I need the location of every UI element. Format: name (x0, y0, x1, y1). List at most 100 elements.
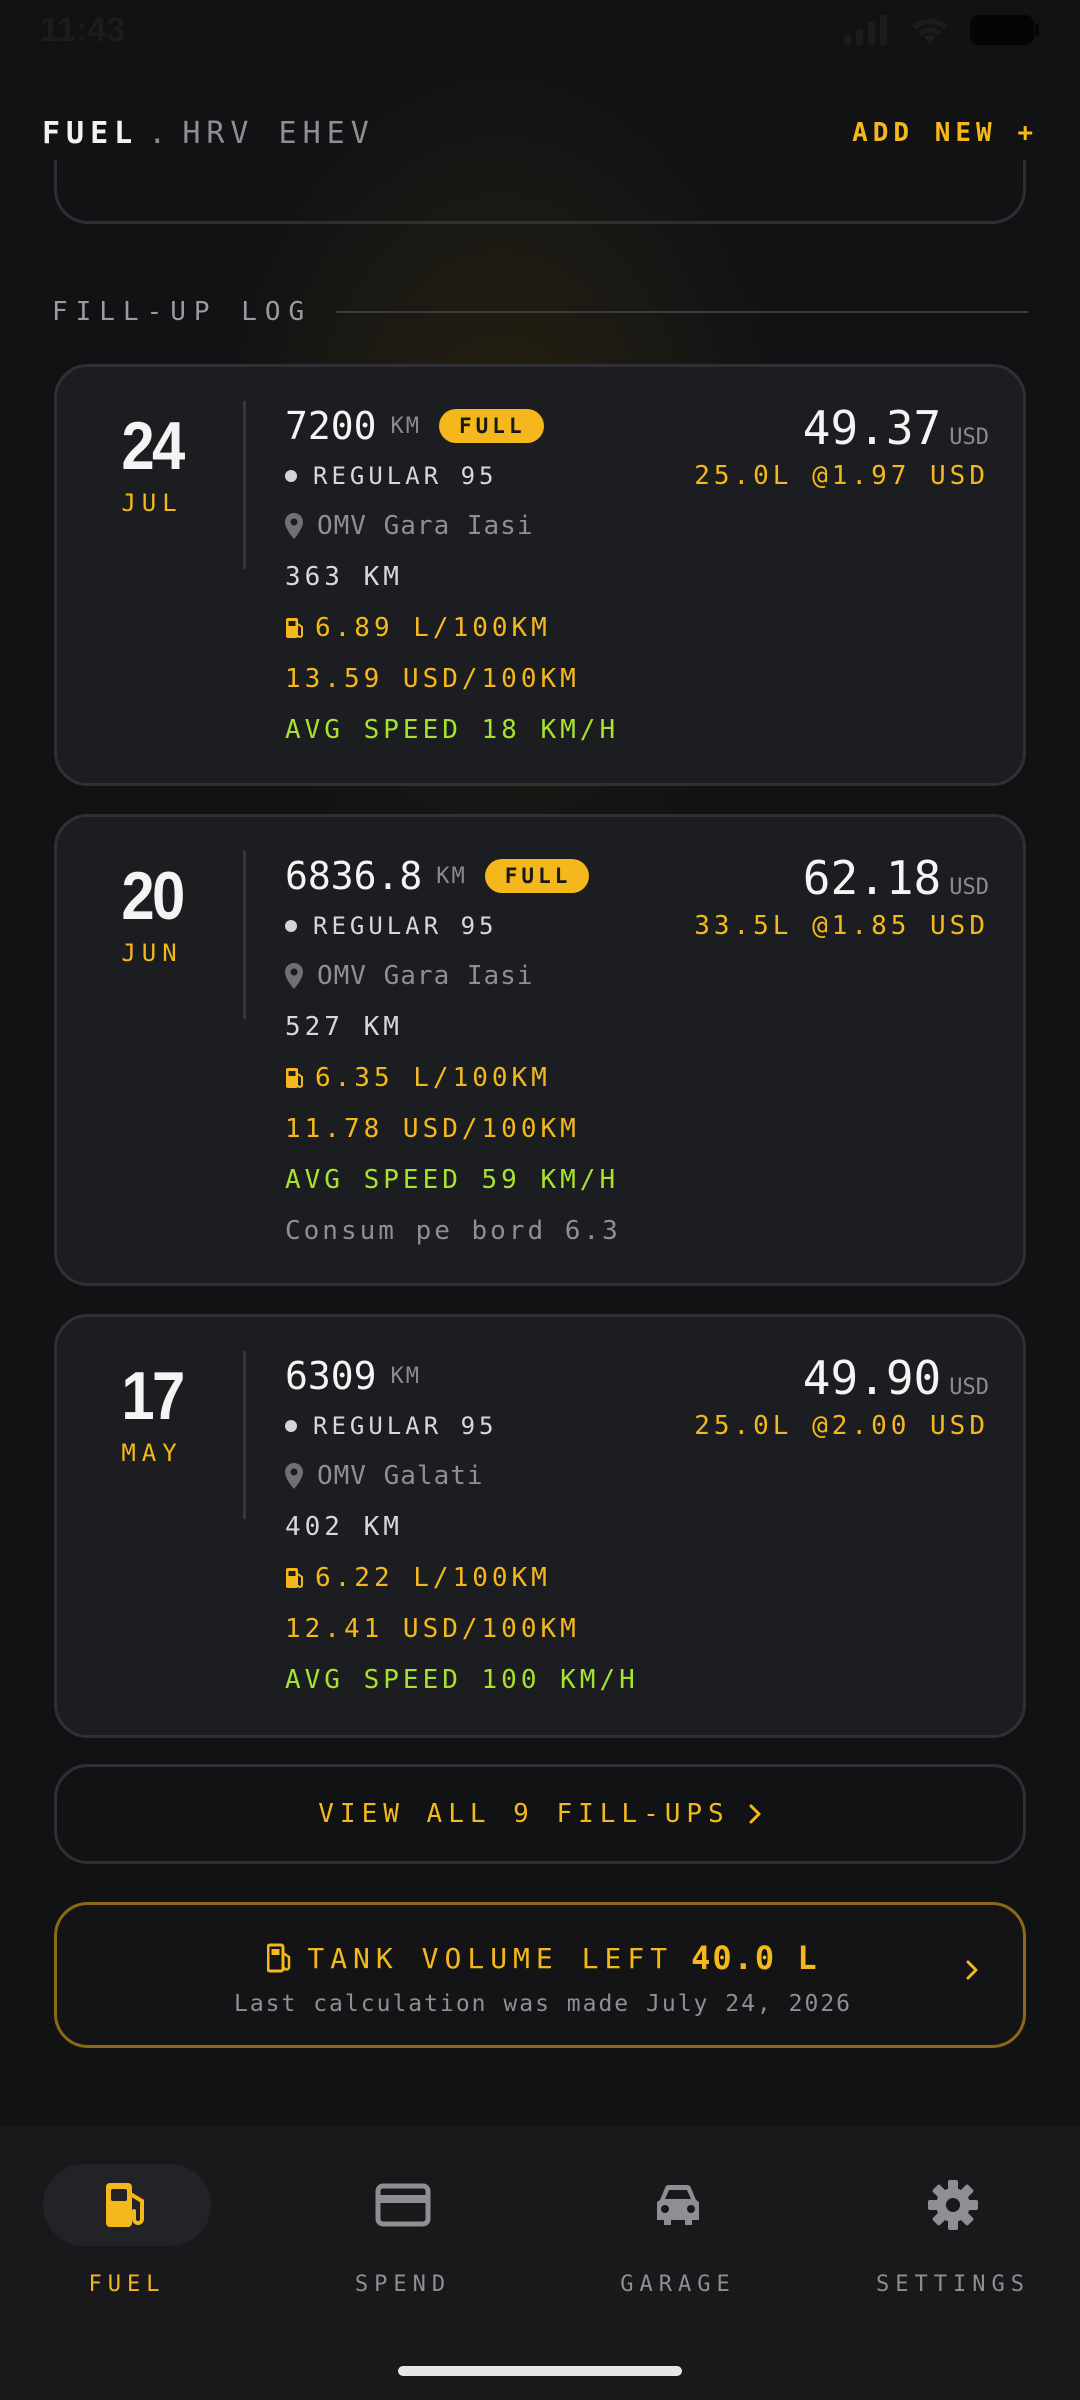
nav-item-spend[interactable]: SPEND (288, 2164, 518, 2297)
fillup-month: MAY (121, 1439, 183, 1467)
cost-per-100: 13.59 USD/100KM (285, 663, 580, 694)
volume-detail: 25.0L @1.97 USD (694, 461, 989, 491)
odometer-unit: KM (390, 413, 422, 439)
nav-label: SPEND (354, 2272, 452, 2297)
volume-detail: 25.0L @2.00 USD (694, 1411, 989, 1441)
app-screen: 11:43 FUEL. HRV EHEV ADD NEW + FILL-UP L… (0, 0, 1080, 2400)
odometer-unit: KM (390, 1363, 422, 1389)
cost-per-100: 12.41 USD/100KM (285, 1613, 580, 1644)
fuel-type: REGULAR 95 (313, 912, 498, 940)
fillup-date: 24 JUL (57, 367, 247, 517)
station-name: OMV Galati (317, 1461, 484, 1491)
price-currency: USD (949, 1375, 989, 1400)
location-pin-icon (285, 513, 303, 539)
view-all-fillups-button[interactable]: VIEW ALL 9 FILL-UPS (54, 1764, 1026, 1864)
price-currency: USD (949, 875, 989, 900)
fillup-month: JUN (121, 939, 183, 967)
tank-label: TANK VOLUME LEFT (307, 1941, 674, 1975)
station-name: OMV Gara Iasi (317, 961, 534, 991)
chevron-right-icon (966, 1960, 978, 1980)
fillup-details: 7200 KM FULL REGULAR 95 OMV Gara Iasi 36… (285, 401, 619, 755)
distance: 363 KM (285, 561, 403, 592)
consumption-row: 6.35 L/100KM (285, 1052, 621, 1103)
fuel-type: REGULAR 95 (313, 1412, 498, 1440)
station-row: OMV Gara Iasi (285, 951, 621, 1001)
fuel-type-row: REGULAR 95 (285, 1401, 639, 1451)
add-new-button[interactable]: ADD NEW + (852, 118, 1038, 148)
consumption-row: 6.89 L/100KM (285, 602, 619, 653)
fuel-pump-icon (106, 2183, 144, 2227)
fillup-card[interactable]: 24 JUL 7200 KM FULL REGULAR 95 OMV Gara … (54, 364, 1026, 786)
odometer-value: 6836.8 (285, 854, 423, 898)
fillup-card[interactable]: 20 JUN 6836.8 KM FULL REGULAR 95 OMV Gar… (54, 814, 1026, 1286)
signal-icon (844, 15, 887, 45)
full-badge: FULL (439, 409, 544, 443)
fuel-dot-icon (285, 470, 297, 482)
nav-label: FUEL (88, 2272, 166, 2297)
fillup-details: 6836.8 KM FULL REGULAR 95 OMV Gara Iasi … (285, 851, 621, 1256)
previous-card-edge (54, 160, 1026, 224)
cost-per-100: 11.78 USD/100KM (285, 1113, 580, 1144)
price-value: 49.90 (802, 1351, 942, 1405)
status-time: 11:43 (40, 10, 126, 49)
bottom-navigation: FUEL SPEND GARAGE SETTINGS (0, 2126, 1080, 2400)
fuel-type-row: REGULAR 95 (285, 451, 619, 501)
distance: 402 KM (285, 1511, 403, 1542)
full-badge: FULL (484, 859, 590, 893)
fillup-note: Consum pe bord 6.3 (285, 1215, 621, 1246)
nav-icon-container (869, 2164, 1037, 2246)
nav-item-fuel[interactable]: FUEL (12, 2164, 242, 2297)
volume-detail: 33.5L @1.85 USD (694, 911, 989, 941)
fuel-type: REGULAR 95 (313, 462, 498, 490)
status-icons (844, 13, 1040, 47)
tank-volume-card[interactable]: TANK VOLUME LEFT 40.0 L Last calculation… (54, 1902, 1026, 2048)
consumption-value: 6.22 L/100KM (315, 1562, 551, 1593)
odometer-row: 7200 KM FULL (285, 401, 619, 451)
price-row: 49.37 USD (694, 401, 989, 457)
fuel-dot-icon (285, 1420, 297, 1432)
fillup-day: 24 (121, 408, 185, 484)
consumption-row: 6.22 L/100KM (285, 1552, 639, 1603)
nav-item-garage[interactable]: GARAGE (563, 2164, 793, 2297)
battery-icon (970, 15, 1039, 45)
date-divider (243, 1351, 246, 1519)
nav-label: SETTINGS (876, 2272, 1030, 2297)
section-title: FILL-UP LOG (52, 297, 313, 327)
fillup-day: 20 (121, 858, 185, 934)
avg-speed: AVG SPEED 100 KM/H (285, 1664, 639, 1695)
nav-item-settings[interactable]: SETTINGS (838, 2164, 1068, 2297)
location-pin-icon (285, 963, 303, 989)
fillup-details: 6309 KM REGULAR 95 OMV Galati 402 KM 6.2… (285, 1351, 639, 1705)
price-row: 49.90 USD (694, 1351, 989, 1407)
avg-speed: AVG SPEED 59 KM/H (285, 1164, 620, 1195)
fuel-pump-icon (286, 1067, 303, 1088)
fillup-day: 17 (121, 1358, 185, 1434)
fillup-card[interactable]: 17 MAY 6309 KM REGULAR 95 OMV Galati 402… (54, 1314, 1026, 1738)
credit-card-icon (375, 2183, 431, 2227)
odometer-value: 7200 (285, 404, 377, 448)
fuel-pump-icon (286, 1567, 303, 1588)
fillup-month: JUL (121, 489, 183, 517)
nav-icon-container (594, 2164, 762, 2246)
status-bar: 11:43 (0, 0, 1080, 60)
nav-icon-container (319, 2164, 487, 2246)
odometer-row: 6836.8 KM FULL (285, 851, 621, 901)
odometer-row: 6309 KM (285, 1351, 639, 1401)
title-separator: . (148, 115, 173, 151)
price-currency: USD (949, 425, 989, 450)
home-indicator (398, 2366, 682, 2376)
fuel-dot-icon (285, 920, 297, 932)
tank-title-row: TANK VOLUME LEFT 40.0 L (57, 1939, 1029, 1977)
price-value: 49.37 (802, 401, 942, 455)
view-all-label: VIEW ALL 9 FILL-UPS (318, 1799, 730, 1829)
price-row: 62.18 USD (694, 851, 989, 907)
station-row: OMV Galati (285, 1451, 639, 1501)
odometer-value: 6309 (285, 1354, 377, 1398)
fillup-date: 20 JUN (57, 817, 247, 967)
station-name: OMV Gara Iasi (317, 511, 534, 541)
car-icon (657, 2184, 699, 2225)
consumption-value: 6.35 L/100KM (315, 1062, 551, 1093)
station-row: OMV Gara Iasi (285, 501, 619, 551)
price-value: 62.18 (802, 851, 942, 905)
chevron-right-icon (749, 1804, 761, 1824)
